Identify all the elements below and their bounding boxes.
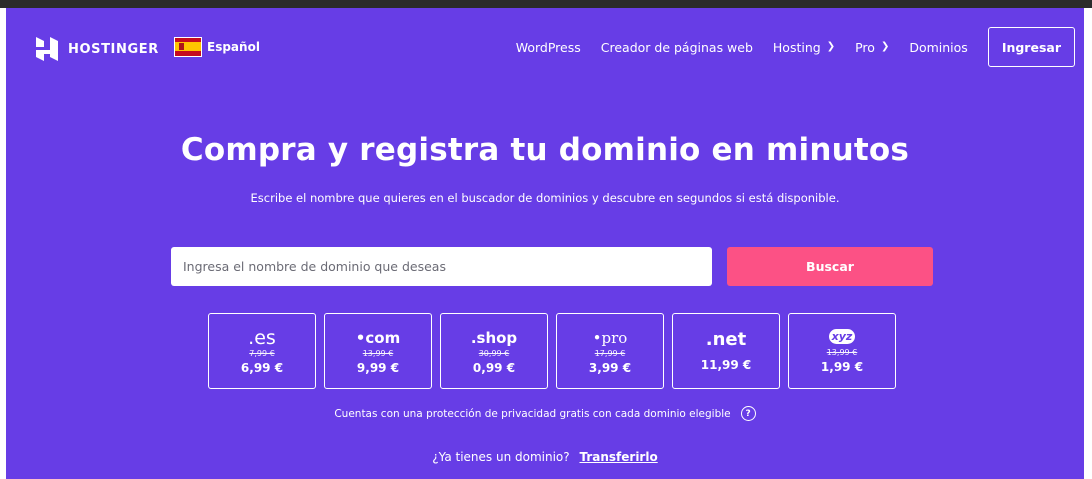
tld-price: 0,99 € [472,360,516,375]
brand-name: HOSTINGER [68,41,159,57]
main-nav: WordPress Creador de páginas web Hosting… [516,27,1075,67]
login-button[interactable]: Ingresar [987,27,1075,67]
tld-card-shop[interactable]: .shop 30,99 € 0,99 € [440,313,548,389]
tld-old-price: 13,99 € [826,347,858,357]
tld-name: •pro [592,328,628,347]
tld-old-price: 17,99 € [594,348,626,358]
page-title: Compra y registra tu dominio en minutos [180,132,910,168]
nav-label: Creador de páginas web [600,39,753,55]
tld-card-pro[interactable]: •pro 17,99 € 3,99 € [556,313,664,389]
transfer-link[interactable]: Transferirlo [579,450,657,464]
tld-name: .es [248,326,276,349]
search-button[interactable]: Buscar [727,247,933,286]
language-selector[interactable]: Español [174,37,260,57]
tld-name: .net [705,329,747,350]
tld-old-price: 13,99 € [362,348,394,358]
domain-search-input[interactable] [171,247,712,286]
tld-old-price: 7,99 € [249,348,275,358]
tld-card-com[interactable]: •com 13,99 € 9,99 € [324,313,432,389]
tld-price: 9,99 € [356,360,400,375]
hostinger-logo-icon [36,37,58,61]
tld-name: .shop [470,328,518,347]
tld-card-xyz[interactable]: xyz 13,99 € 1,99 € [788,313,896,389]
tld-price: 11,99 € [700,358,752,372]
nav-label: Pro [855,39,875,55]
tld-price: 6,99 € [240,360,284,375]
chevron-down-icon: ❯ [826,40,836,52]
nav-item-wordpress[interactable]: WordPress [516,40,581,55]
nav-label: Dominios [909,39,968,55]
page: HOSTINGER Español WordPress Creador de p… [6,8,1084,479]
tld-card-es[interactable]: .es 7,99 € 6,99 € [208,313,316,389]
tld-price: 1,99 € [820,359,864,374]
tld-price: 3,99 € [588,360,632,375]
privacy-note: Cuentas con una protección de privacidad… [6,406,1084,421]
language-label: Español [207,40,260,54]
nav-item-pro[interactable]: Pro ❯ [855,40,889,55]
nav-label: WordPress [515,39,581,55]
nav-item-website-builder[interactable]: Creador de páginas web [601,40,753,55]
spain-flag-icon [174,37,202,57]
tld-card-net[interactable]: .net 11,99 € [672,313,780,389]
nav-label: Hosting [772,39,821,55]
window-top-border [0,0,1092,8]
help-icon[interactable]: ? [740,406,756,421]
nav-item-domains[interactable]: Dominios [909,40,967,55]
nav-item-hosting[interactable]: Hosting ❯ [773,40,835,55]
tld-list: .es 7,99 € 6,99 € •com 13,99 € 9,99 € .s… [208,313,904,389]
transfer-domain: ¿Ya tienes un dominio? Transferirlo [6,450,1084,464]
chevron-down-icon: ❯ [880,40,890,52]
tld-name: •com [355,328,401,347]
brand-logo[interactable]: HOSTINGER [34,36,159,62]
privacy-text: Cuentas con una protección de privacidad… [334,407,731,420]
tld-name: xyz [828,328,856,344]
transfer-question: ¿Ya tienes un dominio? [432,450,570,464]
tld-old-price: 30,99 € [478,348,510,358]
page-subtitle: Escribe el nombre que quieres en el busc… [250,191,840,205]
